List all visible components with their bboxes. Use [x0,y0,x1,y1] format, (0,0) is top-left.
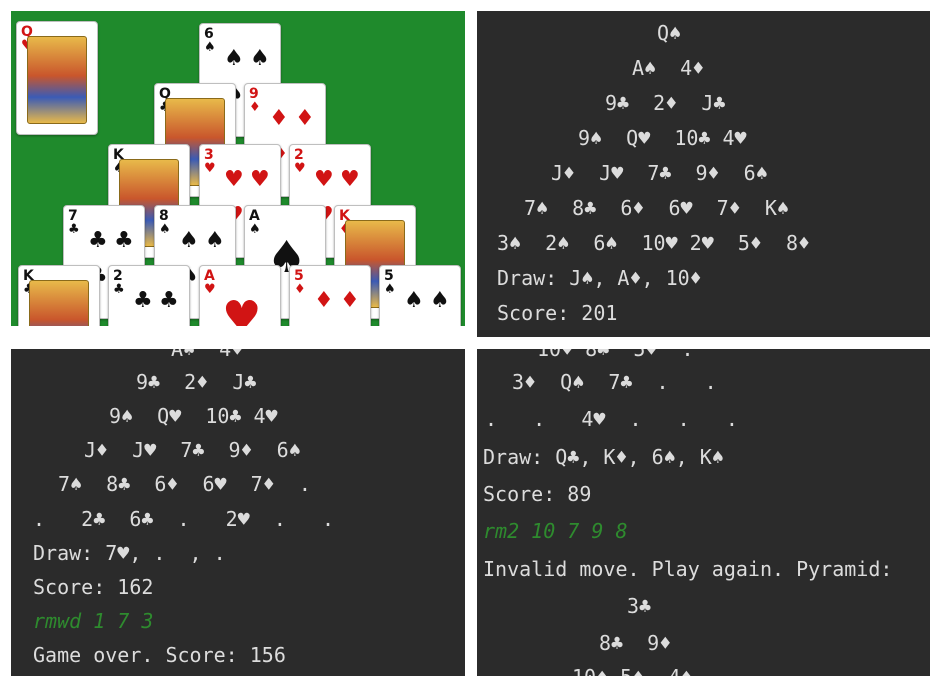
draw-line: Draw: Q♣, K♦, 6♠, K♠ [483,445,724,469]
card-rank: 5 [294,268,304,284]
pyramid-row-5: J♦ J♥ 7♣ 9♦ 6♠ [84,438,301,462]
playing-card[interactable]: K♣ [18,265,100,326]
game-over-line: Game over. Score: 156 [33,643,286,667]
pyramid-row-1: 3♣ [627,594,652,618]
card-pip-icon: ♦ [295,106,315,131]
card-pip-icon: ♦ [314,288,334,313]
pyramid-row-4: 10♦ 8♣ 5♦ . [537,349,694,361]
card-rank: 6 [204,26,214,42]
playing-card[interactable]: 2♣♣♣♣♣ [108,265,190,326]
card-pip-icon: ♥ [314,167,334,192]
score-line: Score: 201 [497,301,618,325]
pyramid-row-3: 9♣ 2♦ J♣ [605,91,726,115]
card-suit-icon: ♥ [204,161,216,176]
card-rank: 3 [204,147,214,163]
playing-card[interactable]: 5♦♦♦♦♦ [289,265,371,326]
card-suit-icon: ♠ [249,222,261,237]
pyramid-row-3: 10♦ 5♦ 4♦ [572,665,692,676]
face-card-art [27,36,87,124]
card-pip-icon: ♠ [430,288,450,313]
terminal-panel-top-right: Q♠ A♠ 4♦ 9♣ 2♦ J♣ 9♠ Q♥ 10♣ 4♥ J♦ J♥ 7♣ … [477,11,930,337]
score-line: Score: 162 [33,575,154,599]
command-input-line: rmwd 1 7 3 [33,609,154,633]
terminal-output: Q♠ A♠ 4♦ 9♣ 2♦ J♣ 9♠ Q♥ 10♣ 4♥ J♦ J♥ 7♣ … [477,11,930,337]
card-rank: 7 [68,208,78,224]
card-suit-icon: ♠ [159,222,171,237]
card-pip-icon: ♥ [224,167,244,192]
pyramid-row-1: Q♠ [657,21,682,45]
pyramid-row-2: A♠ 4♦ [632,56,705,80]
card-pip-icon: ♠ [250,46,270,71]
card-suit-icon: ♦ [249,100,261,115]
playing-card[interactable]: Q♥ [16,21,98,135]
card-suit-icon: ♥ [294,161,306,176]
terminal-output: 10♦ 8♣ 5♦ . 3♦ Q♠ 7♣ . . . . 4♥ . . . Dr… [477,349,930,676]
playing-card[interactable]: 5♠♠♠♠♠ [379,265,461,326]
card-pip-icon: ♣ [133,288,153,313]
pyramid-row-7: . 2♣ 6♣ . 2♥ . . [33,507,335,531]
invalid-move-line: Invalid move. Play again. Pyramid: [483,557,893,581]
card-suit-icon: ♣ [68,222,80,237]
card-rank: 2 [113,268,123,284]
pyramid-row-4: 9♠ Q♥ 10♣ 4♥ [109,404,278,428]
draw-line: Draw: J♠, A♦, 10♦ [497,266,702,290]
card-pip-icon: ♥ [340,167,360,192]
card-pip-icon: ♠ [404,288,424,313]
card-rank: A [204,268,215,284]
card-suit-icon: ♠ [204,40,216,55]
pyramid-row-3: 9♣ 2♦ J♣ [136,370,257,394]
card-rank: 2 [294,147,304,163]
card-pip-icon: ♥ [250,167,270,192]
card-pip-icon: ♣ [88,228,108,253]
card-suit-icon: ♥ [204,282,216,297]
card-rank: A [249,208,260,224]
playing-card[interactable]: A ♥ ♥ [199,265,281,326]
card-rank: 9 [249,86,259,102]
card-pip-icon: ♣ [114,228,134,253]
card-suit-icon: ♠ [384,282,396,297]
pyramid-row-5: J♦ J♥ 7♣ 9♦ 6♠ [551,161,768,185]
pyramid-row-2: 8♣ 9♦ [599,631,672,655]
draw-line: Draw: 7♥, . , . [33,541,226,565]
solitaire-board: Q♥6♠♠♠♠♠Q♣9♦♦♦♦♦K♠3♥♥♥♥♥2♥♥♥♥♥7♣♣♣♣♣8♠♠♠… [11,11,465,326]
card-pip-icon: ♠ [205,228,225,253]
card-pip-icon: ♠ [179,228,199,253]
face-card-art [29,280,89,326]
pyramid-row-6: 7♠ 8♣ 6♦ 6♥ 7♦ K♠ [524,196,789,220]
terminal-output: A♠ 4♦ 9♣ 2♦ J♣ 9♠ Q♥ 10♣ 4♥ J♦ J♥ 7♣ 9♦ … [11,349,465,676]
card-pip-icon: ♠ [224,46,244,71]
pyramid-row-2: A♠ 4♦ [171,349,244,361]
pyramid-row-7: 3♠ 2♠ 6♠ 10♥ 2♥ 5♦ 8♦ [497,231,811,255]
card-suit-icon: ♦ [294,282,306,297]
card-pip-icon: ♦ [340,288,360,313]
ace-pip-icon: ♥ [222,292,262,327]
pyramid-row-6: 7♠ 8♣ 6♦ 6♥ 7♦ . [58,472,311,496]
card-pip-icon: ♣ [159,288,179,313]
score-line: Score: 89 [483,482,592,506]
pyramid-row-6: . . 4♥ . . . [485,407,738,431]
pyramid-row-4: 9♠ Q♥ 10♣ 4♥ [578,126,747,150]
card-suit-icon: ♣ [113,282,125,297]
card-rank: 5 [384,268,394,284]
command-input-line: rm2 10 7 9 8 [483,519,628,543]
terminal-panel-bottom-left: A♠ 4♦ 9♣ 2♦ J♣ 9♠ Q♥ 10♣ 4♥ J♦ J♥ 7♣ 9♦ … [11,349,465,676]
card-pip-icon: ♦ [269,106,289,131]
card-rank: 8 [159,208,169,224]
pyramid-row-5: 3♦ Q♠ 7♣ . . [512,370,717,394]
terminal-panel-bottom-right: 10♦ 8♣ 5♦ . 3♦ Q♠ 7♣ . . . . 4♥ . . . Dr… [477,349,930,676]
